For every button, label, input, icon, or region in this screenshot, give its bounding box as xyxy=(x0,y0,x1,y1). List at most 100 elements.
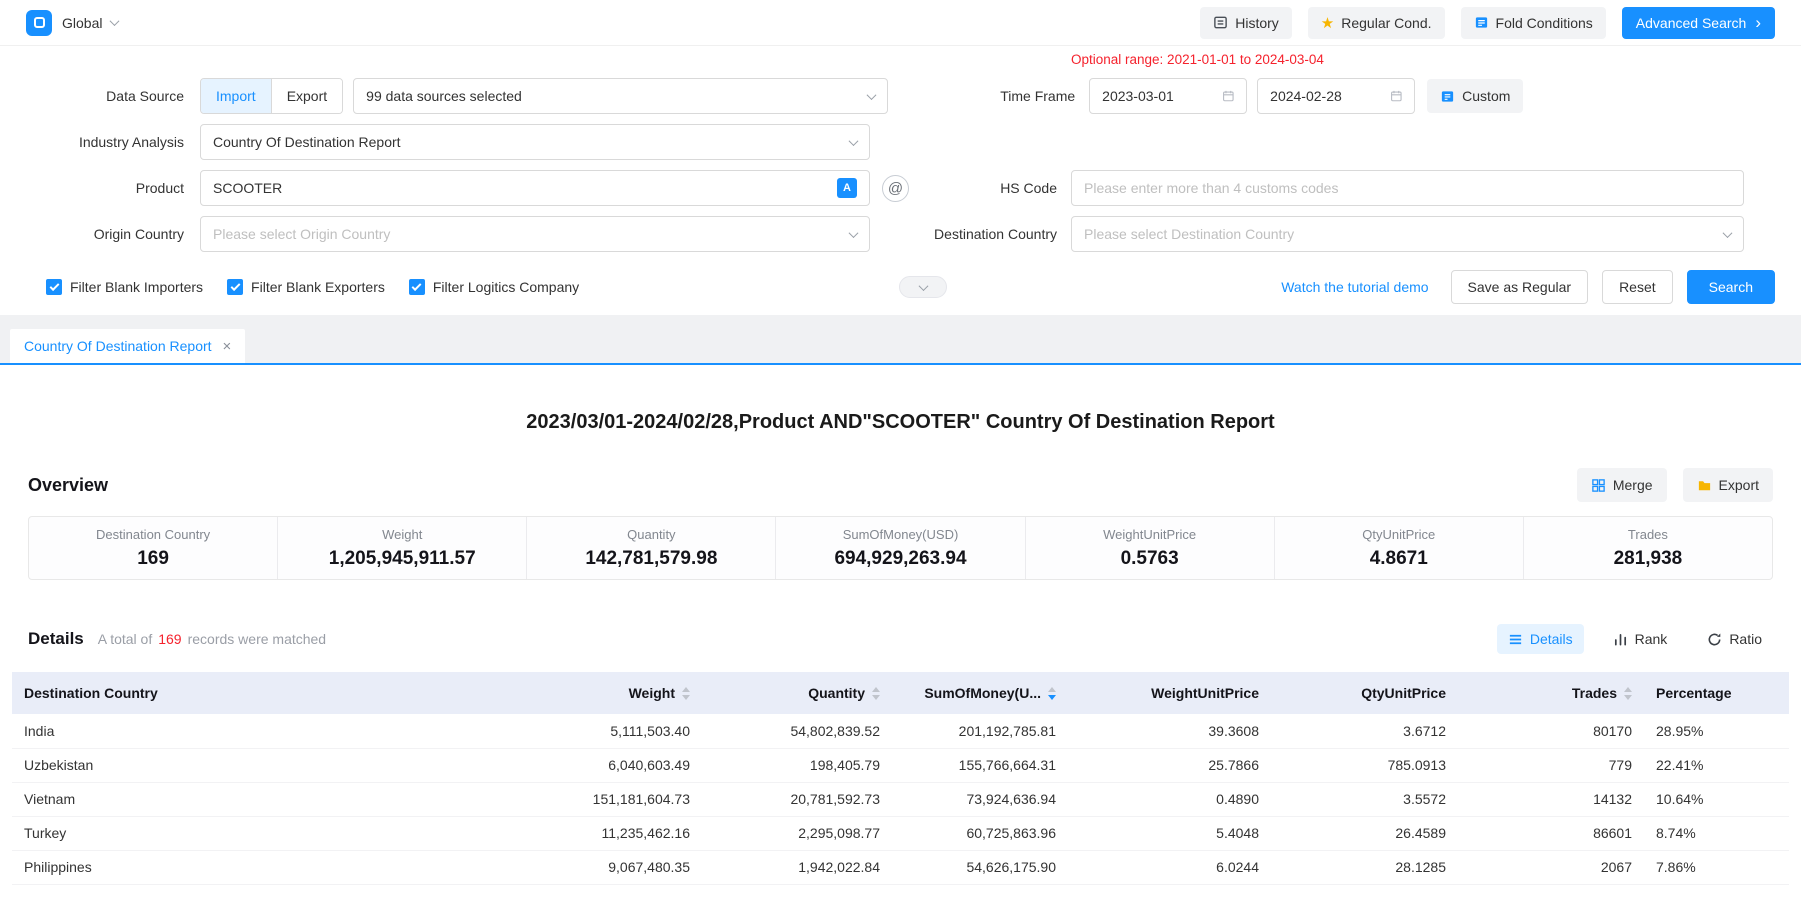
date-end-field[interactable] xyxy=(1257,78,1415,114)
industry-analysis-select[interactable]: Country Of Destination Report xyxy=(200,124,870,160)
import-segment[interactable]: Import xyxy=(201,79,271,113)
hs-code-field[interactable] xyxy=(1071,170,1744,206)
data-sources-select[interactable]: 99 data sources selected xyxy=(353,78,888,114)
table-row[interactable]: India 5,111,503.40 54,802,839.52 201,192… xyxy=(12,714,1789,748)
destination-country-input[interactable] xyxy=(1084,226,1724,242)
view-details-button[interactable]: Details xyxy=(1497,624,1584,654)
col-percentage: Percentage xyxy=(1644,672,1789,714)
filter-logitics-company-checkbox[interactable]: Filter Logitics Company xyxy=(409,279,579,295)
sort-icon xyxy=(1624,687,1632,700)
regular-cond-button[interactable]: ★ Regular Cond. xyxy=(1308,7,1445,39)
destination-country-select[interactable] xyxy=(1071,216,1744,252)
merge-button[interactable]: Merge xyxy=(1577,468,1667,502)
cell-sum: 201,192,785.81 xyxy=(892,714,1068,748)
product-field[interactable]: A @ xyxy=(200,170,870,206)
table-row[interactable]: Vietnam 151,181,604.73 20,781,592.73 73,… xyxy=(12,782,1789,816)
collapse-form-button[interactable] xyxy=(899,276,947,298)
date-start-field[interactable] xyxy=(1089,78,1247,114)
app-logo xyxy=(26,10,52,36)
details-header: Details A total of169records were matche… xyxy=(28,622,1773,656)
regular-cond-label: Regular Cond. xyxy=(1341,15,1431,31)
optional-range-note: Optional range: 2021-01-01 to 2024-03-04 xyxy=(1071,52,1324,67)
stat-label: Destination Country xyxy=(96,527,210,542)
cell-sum: 54,626,175.90 xyxy=(892,850,1068,884)
product-input[interactable] xyxy=(213,180,829,196)
save-as-regular-button[interactable]: Save as Regular xyxy=(1451,270,1589,304)
cell-trades: 779 xyxy=(1458,748,1644,782)
history-button[interactable]: History xyxy=(1200,7,1292,39)
chevron-right-icon: › xyxy=(1755,14,1761,31)
details-summary: A total of169records were matched xyxy=(98,631,326,647)
fold-conditions-button[interactable]: Fold Conditions xyxy=(1461,7,1606,39)
tab-country-of-destination-report[interactable]: Country Of Destination Report × xyxy=(10,329,245,363)
table-row[interactable]: Turkey 11,235,462.16 2,295,098.77 60,725… xyxy=(12,816,1789,850)
table-row[interactable]: Philippines 9,067,480.35 1,942,022.84 54… xyxy=(12,850,1789,884)
export-segment[interactable]: Export xyxy=(271,79,342,113)
cell-wup: 25.7866 xyxy=(1068,748,1271,782)
origin-country-select[interactable] xyxy=(200,216,870,252)
reset-button[interactable]: Reset xyxy=(1602,270,1673,304)
table-header-row: Destination Country Weight Quantity SumO… xyxy=(12,672,1789,714)
date-end-input[interactable] xyxy=(1270,88,1389,104)
filter-blank-importers-checkbox[interactable]: Filter Blank Importers xyxy=(46,279,203,295)
filter-blank-exporters-checkbox[interactable]: Filter Blank Exporters xyxy=(227,279,385,295)
cell-percentage: 8.74% xyxy=(1644,816,1789,850)
export-button[interactable]: Export xyxy=(1683,468,1773,502)
checkbox-checked-icon xyxy=(409,279,425,295)
col-quantity[interactable]: Quantity xyxy=(702,672,892,714)
cell-percentage: 28.95% xyxy=(1644,714,1789,748)
col-weight[interactable]: Weight xyxy=(512,672,702,714)
custom-range-button[interactable]: Custom xyxy=(1427,79,1523,113)
region-selector[interactable]: Global xyxy=(62,15,118,31)
cell-sum: 73,924,636.94 xyxy=(892,782,1068,816)
translate-icon[interactable]: A xyxy=(837,178,857,198)
stat-value: 694,929,263.94 xyxy=(834,548,966,570)
close-icon[interactable]: × xyxy=(223,339,232,354)
table-row[interactable]: Uzbekistan 6,040,603.49 198,405.79 155,7… xyxy=(12,748,1789,782)
stat-label: WeightUnitPrice xyxy=(1103,527,1196,542)
checkbox-checked-icon xyxy=(46,279,62,295)
merge-icon xyxy=(1591,478,1606,493)
form-row-industry: Industry Analysis Country Of Destination… xyxy=(14,124,1801,160)
filter-logitics-company-label: Filter Logitics Company xyxy=(433,279,579,295)
stat-sum-of-money: SumOfMoney(USD) 694,929,263.94 xyxy=(775,517,1024,579)
stat-value: 4.8671 xyxy=(1370,548,1428,570)
product-match-icon[interactable]: @ xyxy=(882,175,909,202)
tutorial-link[interactable]: Watch the tutorial demo xyxy=(1281,279,1428,295)
cell-qup: 3.5572 xyxy=(1271,782,1458,816)
summary-count: 169 xyxy=(158,631,181,647)
col-label: Destination Country xyxy=(24,685,158,701)
overview-actions: Merge Export xyxy=(1577,468,1773,502)
star-icon: ★ xyxy=(1321,14,1334,32)
cell-percentage: 7.86% xyxy=(1644,850,1789,884)
cell-qup: 26.4589 xyxy=(1271,816,1458,850)
cell-wup: 0.4890 xyxy=(1068,782,1271,816)
date-start-input[interactable] xyxy=(1102,88,1221,104)
filter-blank-exporters-label: Filter Blank Exporters xyxy=(251,279,385,295)
view-details-label: Details xyxy=(1530,631,1573,647)
view-ratio-label: Ratio xyxy=(1729,631,1762,647)
cell-sum: 60,725,863.96 xyxy=(892,816,1068,850)
col-trades[interactable]: Trades xyxy=(1458,672,1644,714)
history-label: History xyxy=(1235,15,1279,31)
app-logo-glyph xyxy=(34,17,45,28)
checkbox-checked-icon xyxy=(227,279,243,295)
view-rank-button[interactable]: Rank xyxy=(1602,624,1679,654)
hs-code-input[interactable] xyxy=(1084,180,1731,196)
tab-label: Country Of Destination Report xyxy=(24,338,212,354)
col-label: SumOfMoney(U... xyxy=(924,685,1041,701)
cell-weight: 11,235,462.16 xyxy=(512,816,702,850)
search-button[interactable]: Search xyxy=(1687,270,1775,304)
topbar: Global History ★ Regular Cond. Fold Cond… xyxy=(0,0,1801,46)
stat-label: Weight xyxy=(382,527,422,542)
region-label: Global xyxy=(62,15,102,31)
origin-country-input[interactable] xyxy=(213,226,850,242)
stat-label: Trades xyxy=(1628,527,1668,542)
col-sum-of-money[interactable]: SumOfMoney(U... xyxy=(892,672,1068,714)
overview-header: Overview Merge Export xyxy=(28,468,1773,502)
advanced-search-button[interactable]: Advanced Search › xyxy=(1622,7,1775,39)
custom-label: Custom xyxy=(1462,88,1510,104)
stat-value: 142,781,579.98 xyxy=(585,548,717,570)
cell-country: Philippines xyxy=(12,850,512,884)
view-ratio-button[interactable]: Ratio xyxy=(1696,624,1773,654)
